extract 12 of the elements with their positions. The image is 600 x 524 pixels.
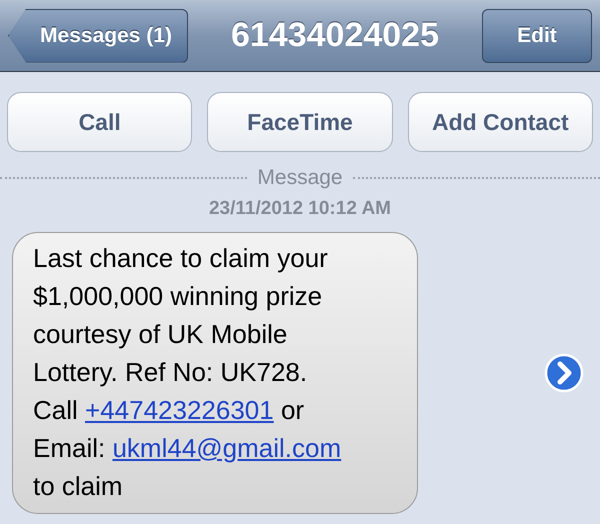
action-button[interactable]: Call <box>7 92 192 152</box>
message-text: Last chance to claim your $1,000,000 winning prize courtesy of UK Mobile Lottery. Ref No: UK728. Call +447423226301 or Email: ukml44@gmail.com to claim <box>33 242 342 503</box>
disclosure-icon[interactable] <box>544 353 584 393</box>
thread-label: Message <box>257 166 343 190</box>
action-button[interactable]: FaceTime <box>207 92 393 152</box>
back-button[interactable]: Messages (1) <box>8 8 188 62</box>
action-button[interactable]: Add Contact <box>408 92 593 152</box>
message-link[interactable]: +447423226301 <box>85 395 274 425</box>
message-link[interactable]: ukml44@gmail.com <box>112 433 342 463</box>
timestamp: 23/11/2012 10:12 AM <box>208 198 392 220</box>
window-title: 61434024025 <box>230 16 439 55</box>
edit-button[interactable]: Edit <box>482 8 592 62</box>
